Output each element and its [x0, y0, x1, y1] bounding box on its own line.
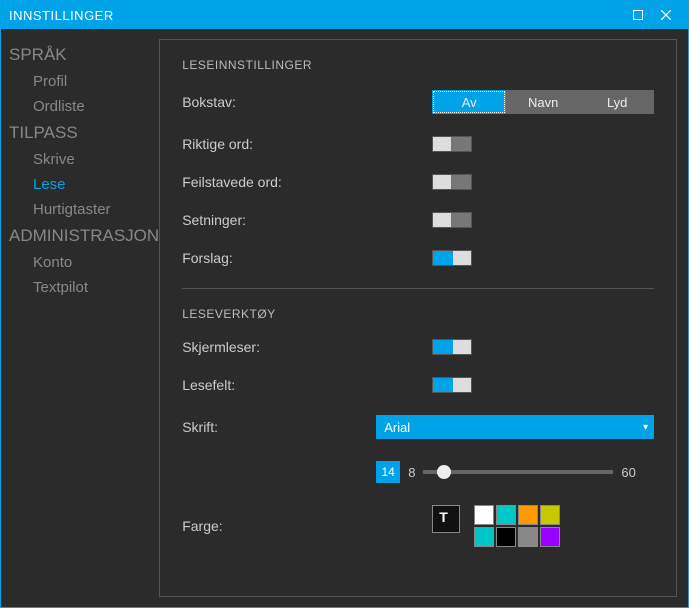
- color-swatches: [474, 505, 582, 547]
- toggle-knob: [433, 213, 451, 227]
- suggestions-toggle[interactable]: [432, 250, 472, 266]
- sidebar-item-textpilot[interactable]: Textpilot: [9, 275, 159, 300]
- sidebar-item-hurtigtaster[interactable]: Hurtigtaster: [9, 197, 159, 222]
- divider: [182, 288, 654, 289]
- misspelled-words-toggle[interactable]: [432, 174, 472, 190]
- letter-label: Bokstav:: [182, 94, 432, 110]
- sentences-toggle[interactable]: [432, 212, 472, 228]
- font-select[interactable]: Arial ▾: [376, 415, 654, 439]
- swatch-teal[interactable]: [474, 527, 494, 547]
- swatch-gray[interactable]: [518, 527, 538, 547]
- toggle-knob: [453, 378, 471, 392]
- toggle-knob: [453, 251, 471, 265]
- sidebar-item-lese[interactable]: Lese: [9, 172, 159, 197]
- toggle-knob: [453, 340, 471, 354]
- sidebar-group-sprak: SPRÅK: [9, 41, 159, 69]
- maximize-button[interactable]: [624, 1, 652, 29]
- font-size-max: 60: [621, 465, 635, 480]
- suggestions-label: Forslag:: [182, 250, 432, 266]
- screenreader-label: Skjermleser:: [182, 339, 432, 355]
- font-size-slider[interactable]: [423, 470, 613, 474]
- sidebar-item-profil[interactable]: Profil: [9, 69, 159, 94]
- letter-option-lyd[interactable]: Lyd: [580, 90, 654, 114]
- sidebar: SPRÅK Profil Ordliste TILPASS Skrive Les…: [1, 29, 159, 607]
- sidebar-item-skrive[interactable]: Skrive: [9, 147, 159, 172]
- swatch-black[interactable]: [496, 527, 516, 547]
- titlebar: INNSTILLINGER: [1, 1, 688, 29]
- theme-preview[interactable]: T: [432, 505, 460, 533]
- screenreader-toggle[interactable]: [432, 339, 472, 355]
- swatch-white[interactable]: [474, 505, 494, 525]
- correct-words-toggle[interactable]: [432, 136, 472, 152]
- theme-glyph: T: [439, 509, 448, 525]
- sidebar-item-ordliste[interactable]: Ordliste: [9, 94, 159, 119]
- letter-option-av[interactable]: Av: [432, 90, 506, 114]
- swatch-cyan[interactable]: [496, 505, 516, 525]
- swatch-purple[interactable]: [540, 527, 560, 547]
- close-button[interactable]: [652, 1, 680, 29]
- slider-thumb[interactable]: [437, 465, 451, 479]
- swatch-olive[interactable]: [540, 505, 560, 525]
- color-label: Farge:: [182, 518, 432, 534]
- settings-panel: LESEINNSTILLINGER Bokstav: Av Navn Lyd R…: [159, 39, 677, 597]
- font-size-current: 14: [376, 461, 400, 483]
- letter-option-navn[interactable]: Navn: [506, 90, 580, 114]
- window-title: INNSTILLINGER: [9, 8, 624, 23]
- reading-tools-heading: LESEVERKTØY: [182, 307, 654, 321]
- sidebar-group-administrasjon: ADMINISTRASJON: [9, 222, 159, 250]
- font-select-value: Arial: [384, 420, 410, 435]
- readfield-label: Lesefelt:: [182, 377, 432, 393]
- toggle-knob: [433, 175, 451, 189]
- sidebar-item-konto[interactable]: Konto: [9, 250, 159, 275]
- chevron-down-icon: ▾: [643, 422, 648, 433]
- swatch-orange[interactable]: [518, 505, 538, 525]
- reading-settings-heading: LESEINNSTILLINGER: [182, 58, 654, 72]
- font-size-min: 8: [408, 465, 415, 480]
- sidebar-group-tilpass: TILPASS: [9, 119, 159, 147]
- readfield-toggle[interactable]: [432, 377, 472, 393]
- misspelled-words-label: Feilstavede ord:: [182, 174, 432, 190]
- toggle-knob: [433, 137, 451, 151]
- sentences-label: Setninger:: [182, 212, 432, 228]
- correct-words-label: Riktige ord:: [182, 136, 432, 152]
- letter-segmented: Av Navn Lyd: [432, 90, 654, 114]
